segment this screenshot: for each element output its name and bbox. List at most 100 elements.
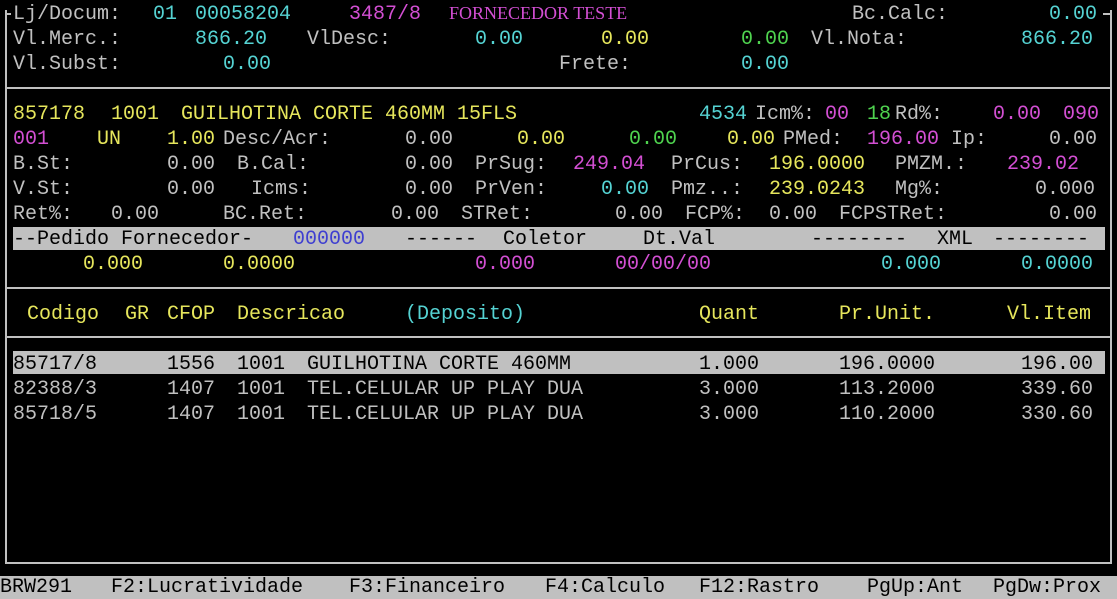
item-ncm-code[interactable]: 4534	[699, 102, 747, 127]
f4-calculo-key[interactable]: F4:Calculo	[545, 576, 665, 599]
vl-desc-value-1[interactable]: 0.00	[475, 27, 523, 52]
prsug-value[interactable]: 249.04	[573, 152, 645, 177]
row-vlitem[interactable]: 196.00	[1021, 352, 1093, 377]
f2-lucratividade-key[interactable]: F2:Lucratividade	[111, 576, 303, 599]
xml-label: XML	[937, 228, 974, 251]
ret-label: Ret%:	[13, 203, 74, 226]
desc-acr-value-1[interactable]: 0.00	[405, 127, 453, 152]
row-gr[interactable]: 1407	[167, 377, 215, 402]
row-quant[interactable]: 3.000	[699, 402, 759, 427]
item-description[interactable]: GUILHOTINA CORTE 460MM 15FLS	[181, 102, 517, 127]
row-cfop[interactable]: 1001	[237, 402, 285, 427]
row-cfop[interactable]: 1001	[237, 352, 285, 377]
row-descricao[interactable]: TEL.CELULAR UP PLAY DUA	[307, 377, 583, 402]
xml-qty[interactable]: 0.000	[881, 252, 941, 277]
fcpstret-value[interactable]: 0.00	[1049, 202, 1097, 227]
row-vlitem[interactable]: 339.60	[1021, 377, 1093, 402]
ip-value[interactable]: 0.00	[1049, 127, 1097, 152]
bar-dashes-1: ------	[405, 228, 478, 251]
item-code[interactable]: 857178	[13, 102, 85, 127]
row-quant[interactable]: 1.000	[699, 352, 759, 377]
document-number[interactable]: 00058204	[195, 2, 291, 27]
program-id: BRW291	[0, 576, 73, 599]
pmed-value[interactable]: 196.00	[867, 127, 939, 152]
icm-rate[interactable]: 18	[867, 102, 891, 127]
prcus-value[interactable]: 196.0000	[769, 152, 865, 177]
bar-dashes-3: --------	[993, 228, 1090, 251]
bst-label: B.St:	[13, 153, 74, 176]
bcret-value[interactable]: 0.00	[391, 202, 439, 227]
row-gr[interactable]: 1407	[167, 402, 215, 427]
item-cfop[interactable]: 1001	[111, 102, 159, 127]
prven-label: PrVen:	[475, 178, 548, 201]
vl-nota-value[interactable]: 866.20	[1021, 27, 1093, 52]
item-seq[interactable]: 001	[13, 127, 49, 152]
icm-value[interactable]: 00	[825, 102, 849, 127]
mg-value[interactable]: 0.000	[1035, 177, 1095, 202]
row-gr[interactable]: 1556	[167, 352, 215, 377]
fcp-value[interactable]: 0.00	[769, 202, 817, 227]
divider-header	[5, 87, 1112, 89]
row-codigo[interactable]: 85718/5	[13, 402, 97, 427]
row-codigo[interactable]: 82388/3	[13, 377, 97, 402]
vl-merc-value[interactable]: 866.20	[195, 27, 267, 52]
pedido-price[interactable]: 0.0000	[223, 252, 295, 277]
bc-calc-value[interactable]: 0.00	[1049, 2, 1097, 27]
item-qty[interactable]: 1.00	[167, 127, 215, 152]
supplier-code[interactable]: 3487/8	[349, 2, 421, 27]
vst-label: V.St:	[13, 178, 74, 201]
ret-value[interactable]: 0.00	[111, 202, 159, 227]
bcal-value[interactable]: 0.00	[405, 152, 453, 177]
bst-value[interactable]: 0.00	[167, 152, 215, 177]
row-descricao[interactable]: GUILHOTINA CORTE 460MM	[307, 352, 571, 377]
pmzm-value[interactable]: 239.02	[1007, 152, 1079, 177]
row-codigo[interactable]: 85717/8	[13, 352, 97, 377]
prven-value[interactable]: 0.00	[601, 177, 649, 202]
vl-desc-value-2[interactable]: 0.00	[601, 27, 649, 52]
frete-value[interactable]: 0.00	[741, 52, 789, 77]
f3-financeiro-key[interactable]: F3:Financeiro	[349, 576, 505, 599]
frete-label: Frete:	[559, 53, 632, 76]
icms-value[interactable]: 0.00	[405, 177, 453, 202]
f12-rastro-key[interactable]: F12:Rastro	[699, 576, 819, 599]
col-header-cfop: CFOP	[167, 303, 216, 326]
pedido-value[interactable]: 000000	[293, 227, 365, 252]
prcus-label: PrCus:	[671, 153, 744, 176]
rd-value[interactable]: 0.00	[993, 102, 1041, 127]
row-quant[interactable]: 3.000	[699, 377, 759, 402]
desc-acr-value-2[interactable]: 0.00	[517, 127, 565, 152]
vl-desc-value-3[interactable]: 0.00	[741, 27, 789, 52]
divider-table-header	[5, 336, 1112, 338]
col-header-gr: GR	[125, 303, 150, 326]
pmz-label: Pmz..:	[671, 178, 744, 201]
pmz-value[interactable]: 239.0243	[769, 177, 865, 202]
pgdw-next-key[interactable]: PgDw:Prox	[993, 576, 1101, 599]
item-unit[interactable]: UN	[97, 127, 121, 152]
fcpstret-label: FCPSTRet:	[839, 203, 948, 226]
stret-value[interactable]: 0.00	[615, 202, 663, 227]
rd-code[interactable]: 090	[1063, 102, 1099, 127]
desc-acr-value-3[interactable]: 0.00	[629, 127, 677, 152]
vl-merc-label: Vl.Merc.:	[13, 28, 122, 51]
row-prunit[interactable]: 113.2000	[839, 377, 935, 402]
row-prunit[interactable]: 196.0000	[839, 352, 935, 377]
dtval-value[interactable]: 00/00/00	[615, 252, 711, 277]
xml-price[interactable]: 0.0000	[1021, 252, 1093, 277]
store-number[interactable]: 01	[153, 2, 177, 27]
bcal-label: B.Cal:	[237, 153, 310, 176]
vl-subst-value[interactable]: 0.00	[223, 52, 271, 77]
col-header-vlitem: Vl.Item	[1007, 303, 1092, 326]
pedido-qty[interactable]: 0.000	[83, 252, 143, 277]
mg-label: Mg%:	[895, 178, 944, 201]
pgup-previous-key[interactable]: PgUp:Ant	[867, 576, 963, 599]
desc-acr-value-4[interactable]: 0.00	[727, 127, 775, 152]
col-header-deposito: (Deposito)	[405, 303, 526, 326]
vst-value[interactable]: 0.00	[167, 177, 215, 202]
row-vlitem[interactable]: 330.60	[1021, 402, 1093, 427]
row-cfop[interactable]: 1001	[237, 377, 285, 402]
row-descricao[interactable]: TEL.CELULAR UP PLAY DUA	[307, 402, 583, 427]
coletor-value[interactable]: 0.000	[475, 252, 535, 277]
fcp-label: FCP%:	[685, 203, 746, 226]
pmed-label: PMed:	[783, 128, 844, 151]
row-prunit[interactable]: 110.2000	[839, 402, 935, 427]
